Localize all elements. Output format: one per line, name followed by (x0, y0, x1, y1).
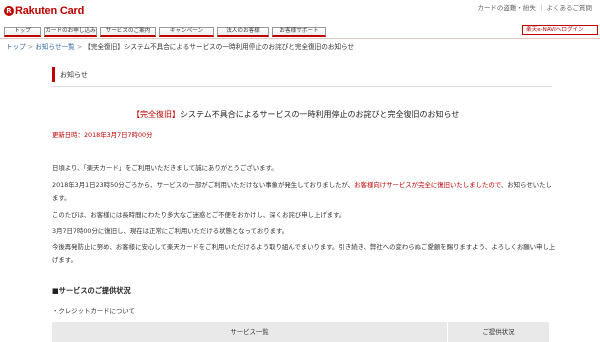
article-title: 【完全復旧】システム不具合によるサービスの一時利用停止のお詫びと完全復旧のお知ら… (132, 109, 459, 120)
service-status-heading: ■サービスのご提供状況 (52, 286, 131, 295)
nav-corporate[interactable]: 法人のお客様 (217, 27, 269, 37)
paragraph-apology: このたびは、お客様には長時間にわたり多大なご迷惑とご不便をおかけし、深くお詫び申… (52, 211, 346, 219)
section-accent-bar (52, 67, 55, 82)
incident-text: 2018年3月1日23時50分ごろから、サービスの一部がご利用いただけない事象が… (52, 181, 355, 189)
table-header-service: サービス一覧 (52, 322, 448, 342)
breadcrumb-separator: > (76, 43, 83, 51)
nav-top[interactable]: トップ (4, 27, 41, 37)
breadcrumb-current: 【完全復旧】システム不具合によるサービスの一時利用停止のお詫びと完全復旧のお知ら… (84, 43, 355, 51)
breadcrumb-home[interactable]: トップ (6, 43, 26, 51)
article-tag: 【完全復旧】 (132, 110, 180, 119)
paragraph-prevention: 今後再発防止に努め、お客様に安心して楽天カードをご利用いただけるよう取り組んでま… (52, 243, 556, 264)
table-header-status: ご提供状況 (482, 328, 515, 336)
top-bar: R Rakuten Card カードの盗難・紛失 ｜ よくあるご質問 (0, 0, 600, 22)
nav-apply[interactable]: カードのお申し込み (44, 27, 97, 37)
rakuten-card-logo[interactable]: R Rakuten Card (4, 5, 84, 17)
paragraph-incident: 2018年3月1日23時50分ごろから、サービスの一部がご利用いただけない事象が… (52, 179, 557, 205)
breadcrumb-news[interactable]: お知らせ一覧 (35, 43, 74, 51)
recovery-highlight: お客様向けサービスが完全に復旧いたしましたので (354, 181, 501, 189)
global-nav: トップ カードのお申し込み サービスのご案内 キャンペーン 法人のお客様 お客様… (4, 27, 329, 37)
utility-links[interactable]: カードの盗難・紛失 ｜ よくあるご質問 (477, 2, 592, 12)
updated-datetime: 更新日時：2018年3月7日7時00分 (52, 131, 153, 139)
nav-services[interactable]: サービスのご案内 (100, 27, 156, 37)
paragraph-recovered: 3月7日7時00分に復旧し、現在は正常にご利用いただける状態となっております。 (52, 227, 289, 235)
credit-card-item: ・クレジットカードについて (52, 307, 135, 315)
breadcrumb-separator: > (27, 43, 34, 51)
paragraph-greeting: 日頃より、「楽天カード」をご利用いただきまして誠にありがとうございます。 (52, 164, 278, 172)
header-divider (0, 38, 600, 39)
nav-campaign[interactable]: キャンペーン (159, 27, 214, 37)
article-title-text: システム不具合によるサービスの一時利用停止のお詫びと完全復旧のお知らせ (180, 110, 460, 119)
nav-support[interactable]: お客様サポート (272, 27, 326, 37)
service-table-header: サービス一覧 ご提供状況 (52, 322, 549, 342)
logo-mark-icon: R (4, 6, 14, 16)
section-title: お知らせ (60, 71, 88, 79)
logo-text: Rakuten Card (15, 5, 85, 17)
section-divider (52, 86, 552, 87)
breadcrumb: トップ > お知らせ一覧 > 【完全復旧】システム不具合によるサービスの一時利用停止のお… (6, 41, 354, 51)
enavi-login-link[interactable]: 楽天e-NAVIへログイン (522, 25, 598, 35)
